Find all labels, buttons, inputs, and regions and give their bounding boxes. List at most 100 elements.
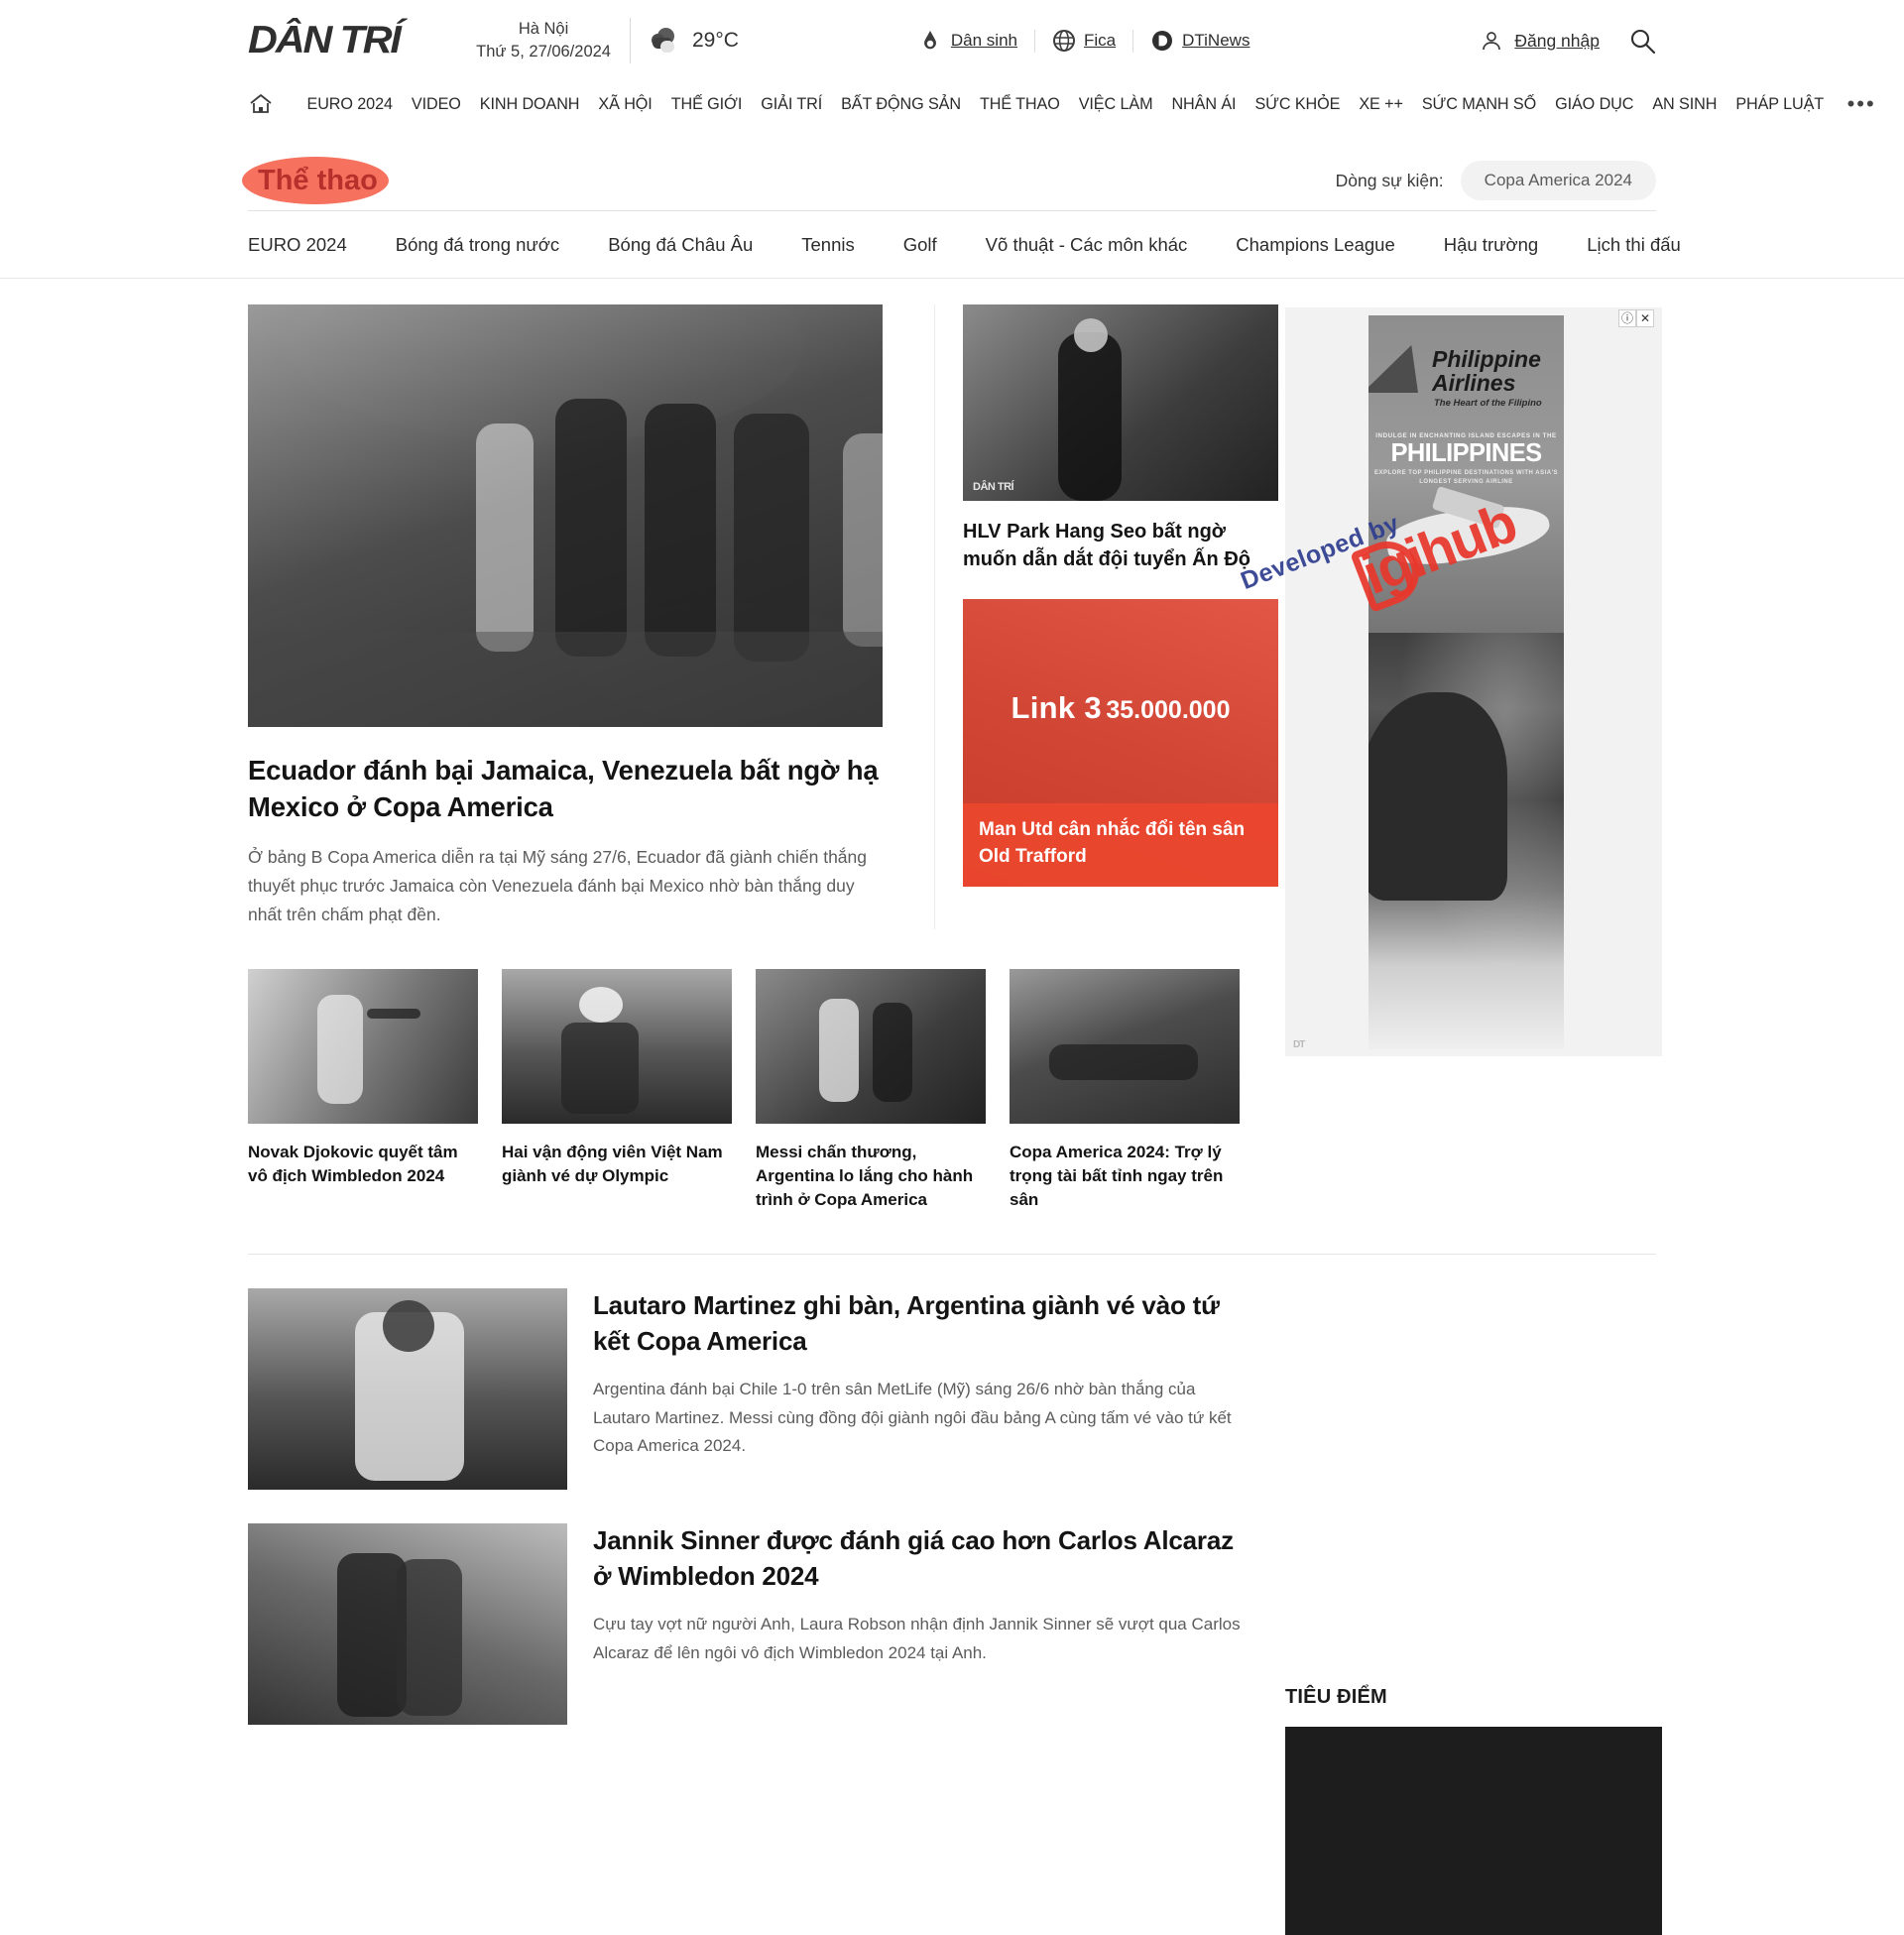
card-image[interactable] xyxy=(1010,968,1240,1124)
promo-link-label: Link 3 xyxy=(1011,690,1102,726)
home-icon[interactable] xyxy=(248,92,274,116)
ad-subline: EXPLORE TOP PHILIPPINE DESTINATIONS WITH… xyxy=(1373,470,1559,486)
side-article-title[interactable]: HLV Park Hang Seo bất ngờ muốn dẫn dắt đ… xyxy=(963,519,1253,573)
section-subnav: EURO 2024 Bóng đá trong nước Bóng đá Châ… xyxy=(0,211,1904,279)
subnav-item-lich-thi-dau[interactable]: Lịch thi đấu xyxy=(1587,234,1729,256)
nav-item-the-thao[interactable]: THỂ THAO xyxy=(970,95,1069,114)
subnav-item-bong-da-trong-nuoc[interactable]: Bóng đá trong nước xyxy=(396,234,608,256)
image-watermark: DÂN TRÍ xyxy=(973,481,1014,493)
card-title[interactable]: Messi chấn thương, Argentina lo lắng cho… xyxy=(756,1141,986,1212)
login-button[interactable]: Đăng nhập xyxy=(1480,29,1600,53)
nav-item-phap-luat[interactable]: PHÁP LUẬT xyxy=(1726,95,1834,114)
ad-creative[interactable]: Philippine Airlines The Heart of the Fil… xyxy=(1368,315,1564,1049)
login-label: Đăng nhập xyxy=(1514,30,1600,51)
subnav-item-vo-thuat[interactable]: Võ thuật - Các môn khác xyxy=(986,234,1237,256)
nav-item-nhan-ai[interactable]: NHÂN ÁI xyxy=(1162,95,1246,114)
promo-text-block: Link 3 35.000.000 xyxy=(963,690,1278,726)
partner-brand-links: Dân sinh Fica DTiNews xyxy=(902,29,1267,53)
nav-item-bat-dong-san[interactable]: BẤT ĐỘNG SẢN xyxy=(832,95,971,114)
nav-item-the-gioi[interactable]: THẾ GIỚI xyxy=(661,95,752,114)
featured-title: TIÊU ĐIỂM xyxy=(1285,1686,1387,1708)
article-title[interactable]: Lautaro Martinez ghi bàn, Argentina giàn… xyxy=(593,1288,1253,1360)
event-stream-label: Dòng sự kiện: xyxy=(1335,170,1444,190)
list-item[interactable]: Messi chấn thương, Argentina lo lắng cho… xyxy=(756,968,986,1212)
brand-link-dtinews[interactable]: DTiNews xyxy=(1133,30,1266,53)
nav-item-xa-hoi[interactable]: XÃ HỘI xyxy=(589,95,661,114)
promo-amount: 35.000.000 xyxy=(1106,696,1231,725)
event-stream: Dòng sự kiện: Copa America 2024 xyxy=(1336,161,1656,200)
nav-item-suc-khoe[interactable]: SỨC KHỎE xyxy=(1246,95,1350,114)
ad-choices-controls: ⓘ ✕ xyxy=(1618,309,1654,327)
search-icon[interactable] xyxy=(1629,28,1656,55)
nav-item-suc-manh-so[interactable]: SỨC MẠNH SỐ xyxy=(1412,95,1545,114)
nav-item-video[interactable]: VIDEO xyxy=(402,95,470,114)
weather-date: Thứ 5, 27/06/2024 xyxy=(476,43,611,60)
side-column: DÂN TRÍ HLV Park Hang Seo bất ngờ muốn d… xyxy=(934,304,1278,929)
site-logo[interactable]: DÂN TRÍ xyxy=(248,19,402,62)
user-icon xyxy=(1480,29,1503,53)
card-image[interactable] xyxy=(756,968,986,1124)
nav-item-an-sinh[interactable]: AN SINH xyxy=(1643,95,1726,114)
nav-item-giao-duc[interactable]: GIÁO DỤC xyxy=(1546,95,1643,114)
list-item[interactable]: Jannik Sinner được đánh giá cao hơn Carl… xyxy=(248,1523,1253,1726)
brand-link-dan-sinh[interactable]: Dân sinh xyxy=(902,29,1035,53)
airplane-icon xyxy=(1383,497,1553,572)
nav-item-kinh-doanh[interactable]: KINH DOANH xyxy=(470,95,589,114)
side-article-image[interactable]: DÂN TRÍ xyxy=(963,304,1278,501)
brand-link-label: Dân sinh xyxy=(950,31,1017,50)
weather-temperature: 29°C xyxy=(691,29,739,52)
list-item[interactable]: Hai vận động viên Việt Nam giành vé dự O… xyxy=(502,968,732,1212)
subnav-item-tennis[interactable]: Tennis xyxy=(801,234,902,256)
subnav-item-bong-da-chau-au[interactable]: Bóng đá Châu Âu xyxy=(608,234,801,256)
featured-section: TIÊU ĐIỂM xyxy=(1285,1686,1662,1935)
content-divider xyxy=(248,1254,1656,1256)
weather-city: Hà Nội xyxy=(518,19,569,38)
brand-link-label: Fica xyxy=(1084,31,1117,50)
article-title[interactable]: Jannik Sinner được đánh giá cao hơn Carl… xyxy=(593,1523,1253,1595)
article-thumb[interactable] xyxy=(248,1523,567,1726)
card-image[interactable] xyxy=(502,968,732,1124)
weather-temp-block: 29°C xyxy=(631,28,739,54)
featured-image[interactable] xyxy=(1285,1727,1662,1935)
article-thumb[interactable] xyxy=(248,1288,567,1491)
list-item[interactable]: Lautaro Martinez ghi bàn, Argentina giàn… xyxy=(248,1288,1253,1491)
ad-brand-line1: Philippine xyxy=(1432,346,1541,372)
nav-more-button[interactable]: ••• xyxy=(1834,93,1876,115)
hero-column: Ecuador đánh bại Jamaica, Venezuela bất … xyxy=(248,304,883,929)
subnav-item-champions-league[interactable]: Champions League xyxy=(1236,234,1443,256)
weather-widget: Hà Nội Thứ 5, 27/06/2024 29°C xyxy=(476,17,739,64)
site-header: DÂN TRÍ Hà Nội Thứ 5, 27/06/2024 29°C Dâ… xyxy=(0,0,1904,81)
hero-summary: Ở bảng B Copa America diễn ra tại Mỹ sán… xyxy=(248,846,868,924)
hero-image[interactable] xyxy=(248,304,883,727)
ad-brand-line2: Airlines xyxy=(1432,370,1516,397)
subnav-item-euro-2024[interactable]: EURO 2024 xyxy=(248,234,396,256)
ad-banner[interactable]: ⓘ ✕ Philippine Airlines The Heart of the… xyxy=(1285,307,1662,1056)
card-image[interactable] xyxy=(248,968,478,1124)
card-title[interactable]: Copa America 2024: Trợ lý trọng tài bất … xyxy=(1010,1141,1240,1212)
dtinews-circle-icon xyxy=(1150,30,1173,53)
ad-info-icon[interactable]: ⓘ xyxy=(1618,309,1636,327)
nav-item-euro-2024[interactable]: EURO 2024 xyxy=(298,95,402,114)
subnav-item-golf[interactable]: Golf xyxy=(903,234,986,256)
nav-item-xe[interactable]: XE ++ xyxy=(1350,95,1413,114)
ad-brand-tagline: The Heart of the Filipino xyxy=(1434,398,1542,410)
list-item[interactable]: Copa America 2024: Trợ lý trọng tài bất … xyxy=(1010,968,1240,1212)
card-title[interactable]: Novak Djokovic quyết tâm vô địch Wimbled… xyxy=(248,1141,478,1188)
hero-title[interactable]: Ecuador đánh bại Jamaica, Venezuela bất … xyxy=(248,752,883,826)
subnav-item-hau-truong[interactable]: Hậu trường xyxy=(1444,234,1587,256)
promo-link-card[interactable]: Link 3 35.000.000 Man Utd cân nhắc đổi t… xyxy=(963,599,1278,888)
section-header: Thể thao Dòng sự kiện: Copa America 2024 xyxy=(0,151,1904,210)
brand-link-fica[interactable]: Fica xyxy=(1035,29,1134,53)
globe-icon xyxy=(1052,30,1075,53)
list-item[interactable]: Novak Djokovic quyết tâm vô địch Wimbled… xyxy=(248,968,478,1212)
ad-kicker: INDULGE IN ENCHANTING ISLAND ESCAPES IN … xyxy=(1375,432,1557,439)
ad-close-icon[interactable]: ✕ xyxy=(1636,309,1654,327)
nav-item-giai-tri[interactable]: GIẢI TRÍ xyxy=(752,95,832,114)
nav-item-viec-lam[interactable]: VIỆC LÀM xyxy=(1069,95,1162,114)
event-stream-chip[interactable]: Copa America 2024 xyxy=(1460,161,1656,200)
pen-drop-icon xyxy=(919,30,942,53)
page-title[interactable]: Thể thao xyxy=(248,163,388,199)
card-title[interactable]: Hai vận động viên Việt Nam giành vé dự O… xyxy=(502,1141,732,1188)
page-root: DÂN TRÍ Hà Nội Thứ 5, 27/06/2024 29°C Dâ… xyxy=(0,0,1904,1935)
weather-location-date: Hà Nội Thứ 5, 27/06/2024 xyxy=(476,17,631,64)
